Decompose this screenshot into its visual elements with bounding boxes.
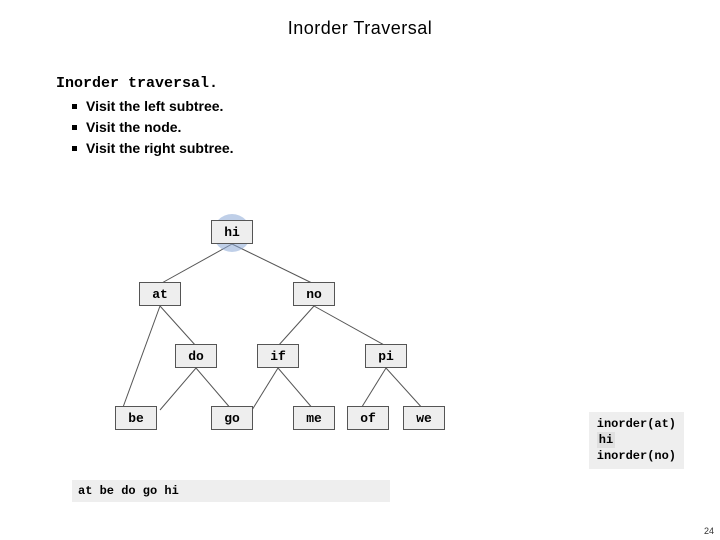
tree-node-at: at — [139, 282, 181, 306]
tree-node-me: me — [293, 406, 335, 430]
trace-line-current: hi — [597, 432, 615, 448]
tree-node-go: go — [211, 406, 253, 430]
tree-diagram: hi at no do if pi be go me of we — [90, 220, 520, 440]
traversal-output: at be do go hi — [72, 480, 390, 502]
content-block: Inorder traversal. Visit the left subtre… — [0, 39, 720, 159]
page-number: 24 — [704, 526, 714, 536]
section-heading: Inorder traversal. — [56, 73, 720, 96]
slide-title: Inorder Traversal — [0, 0, 720, 39]
tree-node-we: we — [403, 406, 445, 430]
bullet-item: Visit the left subtree. — [72, 96, 720, 117]
tree-node-no: no — [293, 282, 335, 306]
bullet-list: Visit the left subtree. Visit the node. … — [72, 96, 720, 159]
tree-node-do: do — [175, 344, 217, 368]
tree-node-pi: pi — [365, 344, 407, 368]
bullet-item: Visit the right subtree. — [72, 138, 720, 159]
trace-line: inorder(no) — [597, 449, 676, 463]
call-trace: inorder(at) hi inorder(no) — [589, 412, 684, 469]
trace-line: inorder(at) — [597, 417, 676, 431]
tree-node-be: be — [115, 406, 157, 430]
tree-node-of: of — [347, 406, 389, 430]
tree-node-hi: hi — [211, 220, 253, 244]
bullet-item: Visit the node. — [72, 117, 720, 138]
tree-node-if: if — [257, 344, 299, 368]
